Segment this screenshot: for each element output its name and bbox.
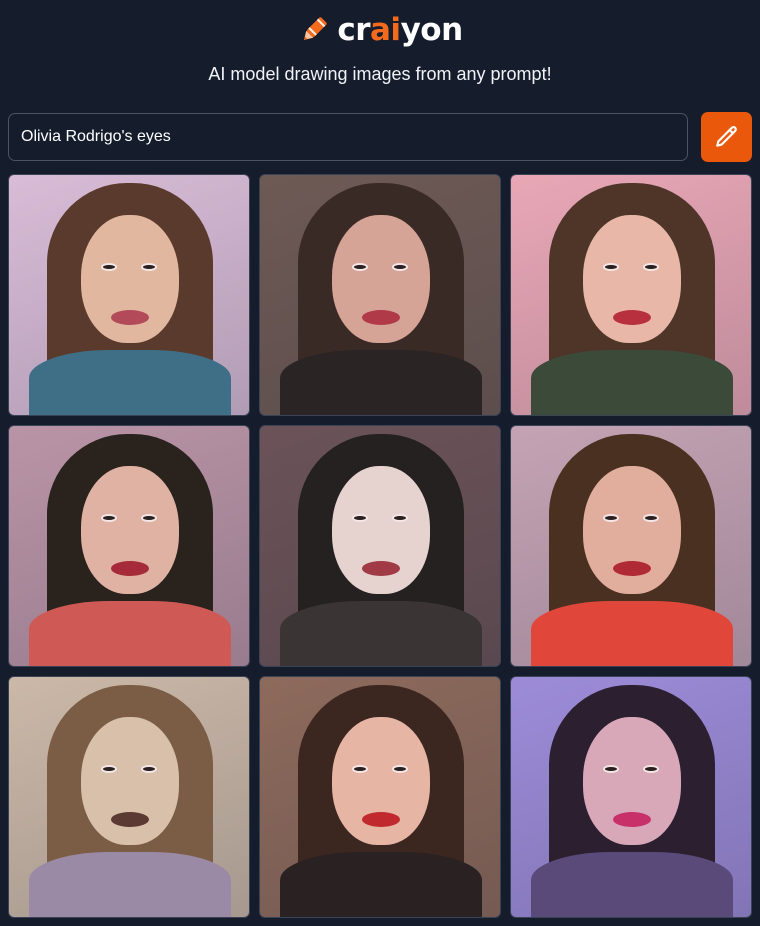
portrait-shirt: [531, 350, 733, 415]
portrait-eye-left: [352, 765, 368, 773]
generated-image-6[interactable]: [510, 425, 752, 667]
pencil-icon: [715, 126, 737, 147]
craiyon-page: craiyon AI model drawing images from any…: [0, 0, 760, 926]
logo-accent: ai: [370, 12, 401, 48]
portrait-eye-right: [392, 263, 408, 271]
generated-image-3[interactable]: [510, 174, 752, 416]
portrait-lips: [362, 561, 400, 576]
portrait-shirt: [531, 601, 733, 666]
portrait-eye-right: [141, 765, 157, 773]
generated-image-2[interactable]: [259, 174, 501, 416]
portrait-eye-right: [392, 765, 408, 773]
portrait-eye-right: [643, 263, 659, 271]
portrait-eye-left: [603, 765, 619, 773]
draw-button[interactable]: [701, 112, 752, 162]
portrait-eye-left: [352, 514, 368, 522]
generated-image-7[interactable]: [8, 676, 250, 918]
generated-image-1[interactable]: [8, 174, 250, 416]
portrait-eye-right: [643, 765, 659, 773]
logo[interactable]: craiyon: [0, 10, 760, 50]
prompt-input[interactable]: [8, 113, 688, 161]
image-grid: [8, 174, 752, 918]
portrait-eye-right: [392, 514, 408, 522]
portrait-eye-right: [141, 514, 157, 522]
portrait-eye-left: [352, 263, 368, 271]
portrait-eye-left: [101, 514, 117, 522]
portrait-lips: [362, 812, 400, 827]
portrait-lips: [613, 812, 651, 827]
portrait-eye-left: [603, 514, 619, 522]
generated-image-5[interactable]: [259, 425, 501, 667]
portrait-shirt: [29, 350, 231, 415]
portrait-lips: [613, 310, 651, 325]
generated-image-9[interactable]: [510, 676, 752, 918]
logo-suffix: yon: [400, 12, 464, 48]
tagline: AI model drawing images from any prompt!: [208, 64, 552, 84]
portrait-eye-right: [643, 514, 659, 522]
generated-image-8[interactable]: [259, 676, 501, 918]
portrait-lips: [111, 310, 149, 325]
portrait-shirt: [280, 601, 482, 666]
portrait-shirt: [280, 852, 482, 917]
logo-prefix: cr: [337, 12, 371, 48]
portrait-lips: [111, 561, 149, 576]
portrait-eye-left: [603, 263, 619, 271]
portrait-shirt: [29, 601, 231, 666]
portrait-eye-left: [101, 263, 117, 271]
portrait-eye-left: [101, 765, 117, 773]
portrait-lips: [613, 561, 651, 576]
generated-image-4[interactable]: [8, 425, 250, 667]
portrait-shirt: [531, 852, 733, 917]
portrait-lips: [362, 310, 400, 325]
logo-wordmark: craiyon: [337, 12, 464, 48]
portrait-shirt: [280, 350, 482, 415]
portrait-eye-right: [141, 263, 157, 271]
portrait-shirt: [29, 852, 231, 917]
crayon-logo-icon: [304, 17, 327, 40]
portrait-lips: [111, 812, 149, 827]
